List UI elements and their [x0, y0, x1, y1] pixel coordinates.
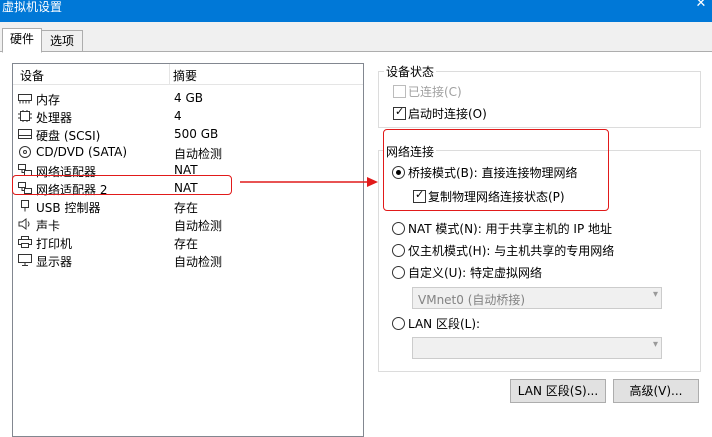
- host-only-label: 仅主机模式(H): 与主机共享的专用网络: [408, 244, 615, 258]
- hardware-panel: 设备 摘要 内存 4 GB 处理器 4 硬盘 (SCSI) 500 GB CD/…: [0, 51, 712, 437]
- window-title: 虚拟机设置: [2, 0, 63, 14]
- advanced-button[interactable]: 高级(V)...: [613, 379, 699, 403]
- device-row-usb-controller[interactable]: USB 控制器 存在: [15, 197, 359, 215]
- device-row-cd-dvd[interactable]: CD/DVD (SATA) 自动检测: [15, 143, 359, 161]
- memory-icon: [18, 94, 32, 104]
- lan-segments-button[interactable]: LAN 区段(S)...: [510, 379, 606, 403]
- lan-segment-label: LAN 区段(L):: [408, 317, 481, 331]
- device-row-memory[interactable]: 内存 4 GB: [15, 89, 359, 107]
- device-list-header: 设备 摘要: [13, 64, 363, 85]
- device-summary: 500 GB: [174, 127, 219, 141]
- device-summary: 存在: [174, 201, 199, 215]
- tab-strip: 硬件 选项: [0, 22, 712, 53]
- device-name: 处理器: [36, 111, 73, 125]
- device-summary: 存在: [174, 237, 199, 251]
- printer-icon: [18, 236, 32, 248]
- usb-icon: [21, 200, 29, 212]
- device-summary: 自动检测: [174, 255, 223, 269]
- device-name: 显示器: [36, 255, 73, 269]
- device-list[interactable]: 设备 摘要 内存 4 GB 处理器 4 硬盘 (SCSI) 500 GB CD/…: [12, 63, 364, 437]
- connected-label: 已连接(C): [408, 85, 462, 99]
- device-row-processor[interactable]: 处理器 4: [15, 107, 359, 125]
- device-summary: 4 GB: [174, 91, 203, 105]
- tab-hardware[interactable]: 硬件: [2, 28, 42, 53]
- device-row-printer[interactable]: 打印机 存在: [15, 233, 359, 251]
- device-name: 声卡: [36, 219, 61, 233]
- device-name: CD/DVD (SATA): [36, 145, 128, 159]
- cd-dvd-icon: [19, 146, 31, 158]
- annotation-arrow-icon: [240, 177, 378, 187]
- lan-segment-select[interactable]: ▾: [412, 337, 662, 359]
- device-name: 打印机: [36, 237, 73, 251]
- custom-network-select[interactable]: VMnet0 (自动桥接) ▾: [412, 287, 662, 309]
- connect-at-power-on-checkbox[interactable]: ✓: [393, 105, 406, 120]
- title-bar: 虚拟机设置 ✕: [0, 0, 712, 22]
- device-summary: 自动检测: [174, 219, 223, 233]
- device-row-display[interactable]: 显示器 自动检测: [15, 251, 359, 269]
- chevron-down-icon: ▾: [652, 339, 658, 350]
- close-icon[interactable]: ✕: [690, 0, 712, 14]
- lan-segment-radio[interactable]: [392, 317, 405, 330]
- connected-checkbox[interactable]: [393, 85, 406, 98]
- hard-disk-icon: [18, 129, 32, 139]
- device-row-sound-card[interactable]: 声卡 自动检测: [15, 215, 359, 233]
- host-only-radio[interactable]: [392, 244, 405, 257]
- device-row-hard-disk[interactable]: 硬盘 (SCSI) 500 GB: [15, 125, 359, 143]
- device-summary: 4: [174, 109, 182, 123]
- device-name: USB 控制器: [36, 201, 101, 215]
- custom-network-value: VMnet0 (自动桥接): [418, 293, 526, 307]
- highlight-box-network-adapter-2: [12, 175, 232, 195]
- speaker-icon: [18, 218, 30, 230]
- column-summary[interactable]: 摘要: [173, 67, 197, 84]
- tab-options[interactable]: 选项: [41, 30, 83, 52]
- chevron-down-icon: ▾: [652, 289, 658, 300]
- nat-radio[interactable]: [392, 222, 405, 235]
- device-name: 硬盘 (SCSI): [36, 129, 101, 143]
- device-status-title: 设备状态: [384, 63, 437, 80]
- checkmark-icon: ✓: [395, 105, 405, 118]
- column-separator: [169, 64, 170, 84]
- highlight-box-bridged: [383, 129, 609, 211]
- processor-icon: [18, 110, 32, 122]
- column-device[interactable]: 设备: [20, 67, 44, 84]
- custom-label: 自定义(U): 特定虚拟网络: [408, 266, 543, 280]
- device-summary: 自动检测: [174, 147, 223, 161]
- device-name: 内存: [36, 93, 61, 107]
- monitor-icon: [18, 254, 32, 266]
- nat-label: NAT 模式(N): 用于共享主机的 IP 地址: [408, 222, 613, 236]
- connect-at-power-on-label: 启动时连接(O): [408, 107, 487, 121]
- custom-radio[interactable]: [392, 266, 405, 279]
